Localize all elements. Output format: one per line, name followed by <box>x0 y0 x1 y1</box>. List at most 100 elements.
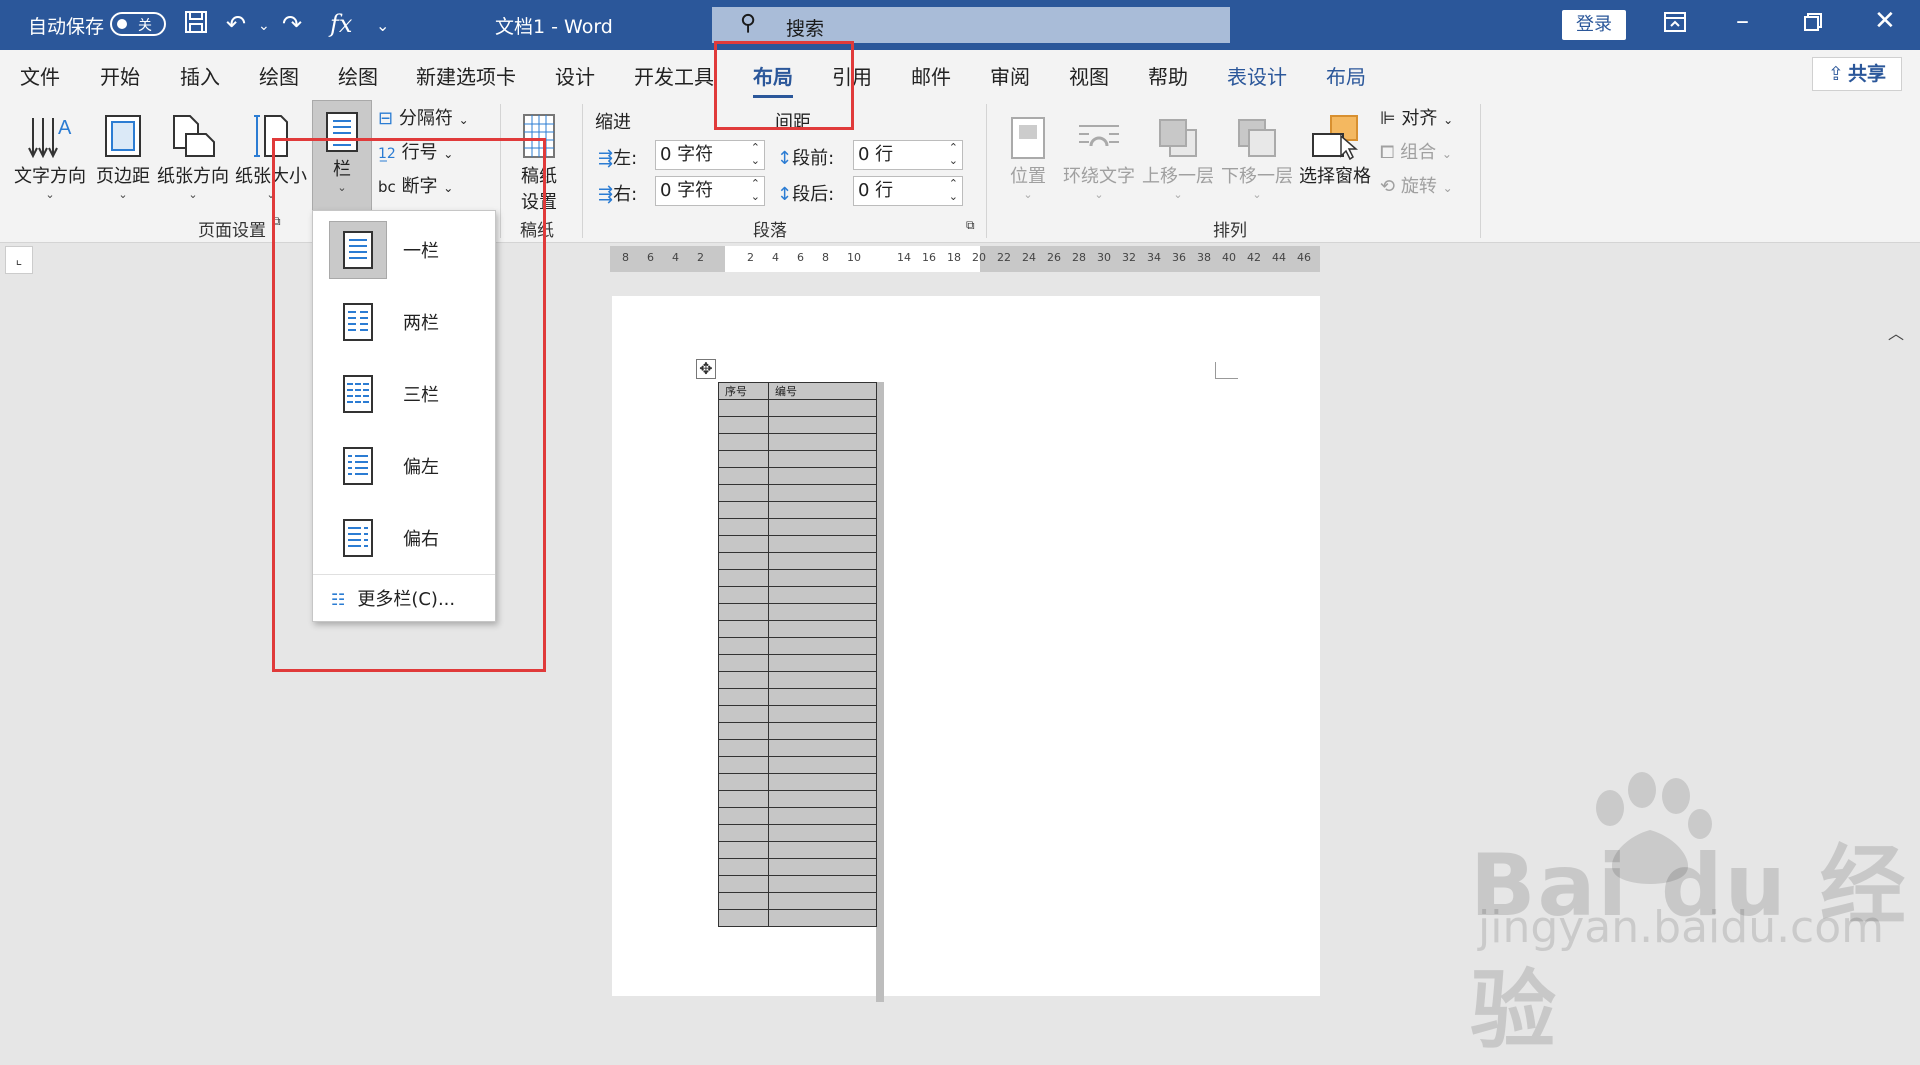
table-cell[interactable] <box>718 671 769 689</box>
table-cell[interactable] <box>718 501 769 519</box>
table-row[interactable] <box>718 841 877 859</box>
share-button[interactable]: ⇪ 共享 <box>1812 57 1902 91</box>
table-cell[interactable] <box>718 790 769 808</box>
table-cell[interactable] <box>718 586 769 604</box>
function-icon[interactable]: fx <box>330 10 352 38</box>
space-after-input[interactable]: 0 行 ⌃ ⌄ <box>853 176 963 206</box>
table-cell[interactable] <box>718 569 769 587</box>
tab-draw-2[interactable]: 绘图 <box>338 61 378 90</box>
columns-option-one[interactable]: 一栏 <box>313 217 495 283</box>
table-cell[interactable] <box>718 450 769 468</box>
table-row[interactable] <box>718 620 877 638</box>
horizontal-ruler[interactable]: 8 6 4 2 2 4 6 8 10 14 16 18 20 22 24 26 28 30 32 34 36 38 40 42… <box>610 246 1320 272</box>
text-direction-button[interactable]: A 文字方向 ⌄ <box>12 102 88 201</box>
document-table[interactable]: 序号 编号 <box>718 382 877 927</box>
table-cell[interactable] <box>768 586 877 604</box>
size-button[interactable]: 纸张大小 ⌄ <box>234 102 308 201</box>
tab-layout[interactable]: 布局 <box>753 61 793 98</box>
table-cell[interactable] <box>718 399 769 417</box>
table-row[interactable] <box>718 773 877 791</box>
table-cell[interactable] <box>718 535 769 553</box>
table-cell[interactable] <box>718 467 769 485</box>
hyphenation-button[interactable]: bc 断字 ⌄ <box>378 172 453 198</box>
space-before-input[interactable]: 0 行 ⌃ ⌄ <box>853 140 963 170</box>
table-cell[interactable] <box>718 722 769 740</box>
table-cell[interactable] <box>718 739 769 757</box>
breaks-button[interactable]: ⊟ 分隔符 ⌄ <box>378 104 469 130</box>
table-cell[interactable] <box>718 773 769 791</box>
save-icon[interactable] <box>184 10 208 40</box>
table-cell[interactable] <box>768 909 877 927</box>
dialog-launcher-icon[interactable]: ⧉ <box>272 214 281 229</box>
table-cell[interactable] <box>768 637 877 655</box>
table-row[interactable] <box>718 637 877 655</box>
table-cell[interactable] <box>718 484 769 502</box>
table-cell[interactable] <box>768 875 877 893</box>
table-cell[interactable] <box>768 654 877 672</box>
table-cell[interactable] <box>768 399 877 417</box>
table-cell[interactable] <box>718 552 769 570</box>
table-cell[interactable] <box>718 841 769 859</box>
tab-file[interactable]: 文件 <box>20 61 60 90</box>
spinner-arrows-icon[interactable]: ⌃ ⌄ <box>751 177 760 203</box>
table-row[interactable] <box>718 858 877 876</box>
close-icon[interactable]: ✕ <box>1874 6 1896 36</box>
table-cell[interactable] <box>718 654 769 672</box>
tab-new-tab[interactable]: 新建选项卡 <box>416 61 516 90</box>
tab-stop-selector[interactable]: ⌞ <box>5 246 33 274</box>
table-row[interactable] <box>718 535 877 553</box>
table-cell[interactable] <box>768 416 877 434</box>
table-row[interactable] <box>718 671 877 689</box>
table-row[interactable] <box>718 552 877 570</box>
undo-dropdown-icon[interactable]: ⌄ <box>258 18 270 34</box>
table-cell[interactable] <box>768 739 877 757</box>
table-cell[interactable] <box>718 892 769 910</box>
columns-option-right[interactable]: 偏右 <box>313 505 495 571</box>
tab-developer[interactable]: 开发工具 <box>634 61 714 90</box>
table-cell[interactable] <box>768 705 877 723</box>
table-row[interactable] <box>718 892 877 910</box>
table-row[interactable] <box>718 705 877 723</box>
group-objects-button[interactable]: ⧠ 组合 ⌄ <box>1380 138 1452 164</box>
customize-qat-icon[interactable]: ⌄ <box>376 16 389 35</box>
table-cell[interactable] <box>768 722 877 740</box>
table-cell[interactable] <box>768 858 877 876</box>
table-cell[interactable] <box>768 603 877 621</box>
table-cell[interactable] <box>768 773 877 791</box>
ribbon-display-icon[interactable] <box>1664 12 1686 37</box>
tab-mailings[interactable]: 邮件 <box>911 61 951 90</box>
table-cell[interactable] <box>718 807 769 825</box>
table-cell[interactable] <box>718 909 769 927</box>
table-cell[interactable] <box>768 450 877 468</box>
selection-pane-button[interactable]: 选择窗格 <box>1296 102 1374 188</box>
table-cell[interactable] <box>768 824 877 842</box>
tab-table-design[interactable]: 表设计 <box>1227 61 1287 90</box>
spinner-arrows-icon[interactable]: ⌃ ⌄ <box>949 177 958 203</box>
table-cell[interactable] <box>768 501 877 519</box>
columns-option-three[interactable]: 三栏 <box>313 361 495 427</box>
table-row[interactable] <box>718 722 877 740</box>
undo-icon[interactable]: ↶ <box>226 10 246 38</box>
tab-home[interactable]: 开始 <box>100 61 140 90</box>
table-cell[interactable] <box>768 671 877 689</box>
table-cell[interactable] <box>718 433 769 451</box>
table-cell[interactable] <box>718 858 769 876</box>
table-row[interactable] <box>718 569 877 587</box>
table-cell[interactable] <box>768 569 877 587</box>
tab-table-layout[interactable]: 布局 <box>1326 61 1366 90</box>
collapse-ribbon-icon[interactable]: ︿ <box>1888 320 1904 344</box>
manuscript-settings-button[interactable]: 稿纸 设置 <box>508 102 570 214</box>
header-cell-index[interactable]: 序号 <box>718 382 769 400</box>
tab-review[interactable]: 审阅 <box>990 61 1030 90</box>
table-row[interactable] <box>718 501 877 519</box>
table-cell[interactable] <box>718 688 769 706</box>
columns-option-two[interactable]: 两栏 <box>313 289 495 355</box>
tab-design[interactable]: 设计 <box>555 61 595 90</box>
indent-right-input[interactable]: 0 字符 ⌃ ⌄ <box>655 176 765 206</box>
margins-button[interactable]: 页边距 ⌄ <box>92 102 154 201</box>
columns-option-left[interactable]: 偏左 <box>313 433 495 499</box>
tab-help[interactable]: 帮助 <box>1148 61 1188 90</box>
dialog-launcher-icon[interactable]: ⧉ <box>966 218 975 233</box>
more-columns-item[interactable]: ☷ 更多栏(C)... <box>331 585 455 611</box>
restore-icon[interactable] <box>1804 12 1822 36</box>
